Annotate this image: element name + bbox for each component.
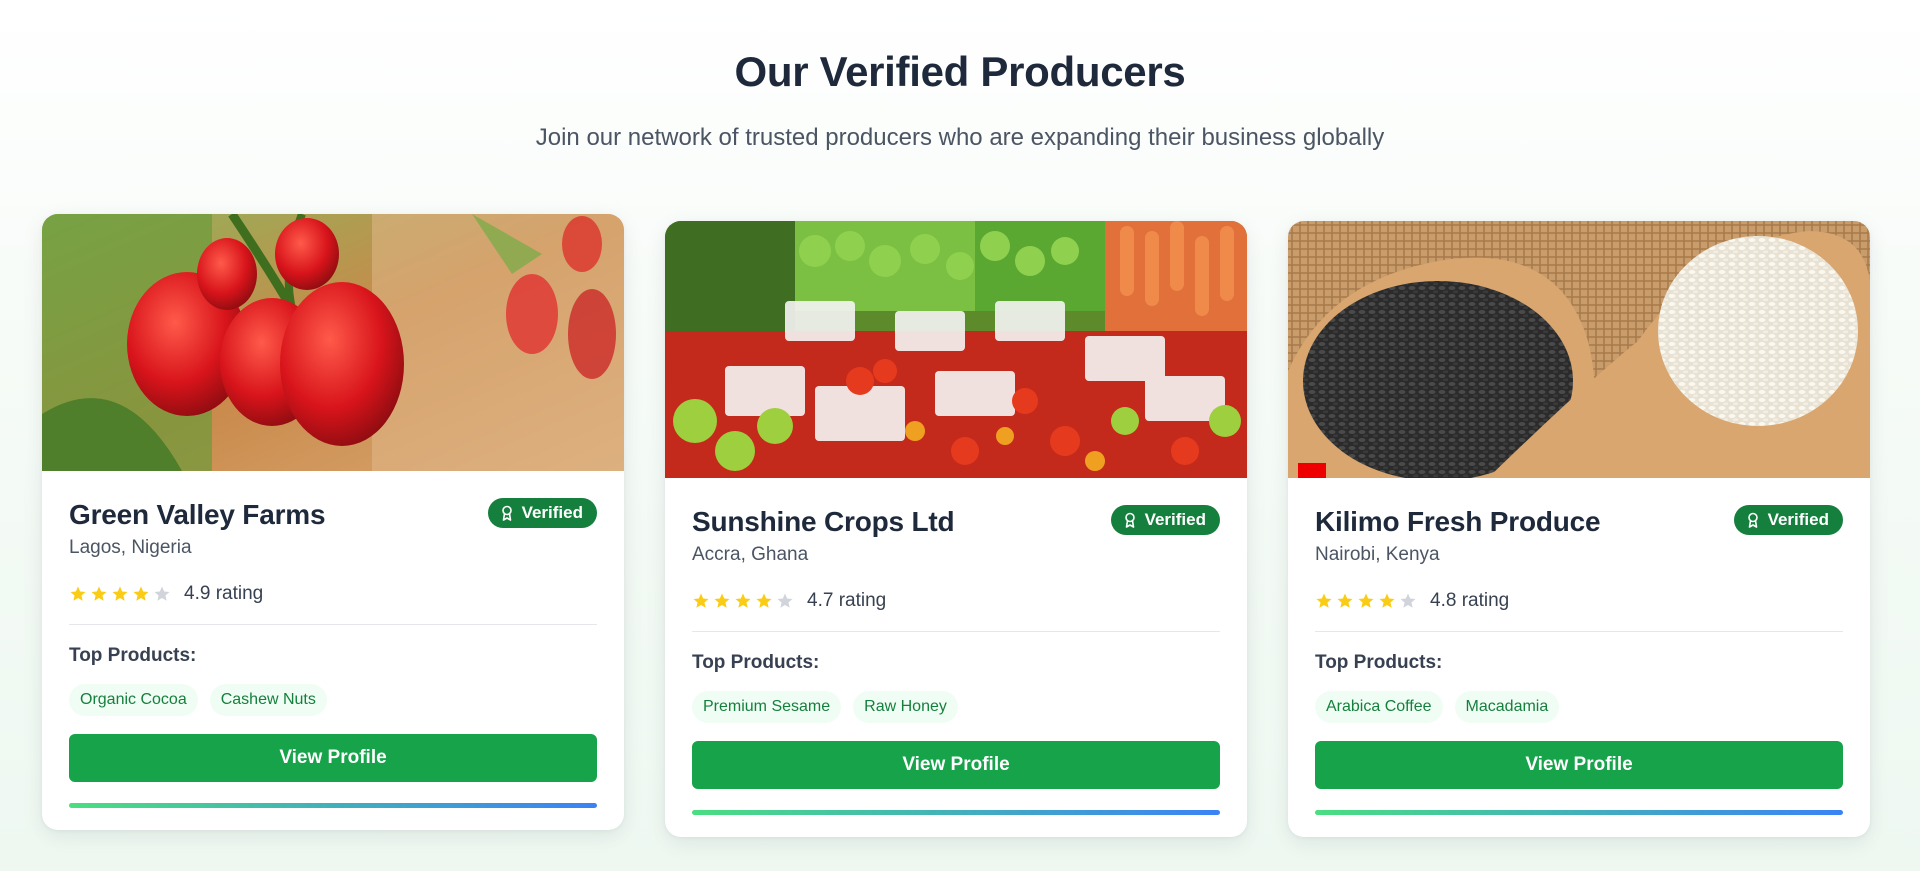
star-filled-icon: [133, 586, 149, 601]
star-filled-icon: [91, 586, 107, 601]
star-filled-icon: [112, 586, 128, 601]
star-empty-icon: [1400, 593, 1416, 608]
product-tags: Arabica Coffee Macadamia: [1315, 691, 1843, 723]
badge-label: Verified: [521, 503, 583, 522]
verified-badge: Verified: [487, 498, 597, 528]
star-filled-icon: [693, 593, 709, 608]
star-rating: [692, 592, 794, 610]
star-rating: [69, 585, 171, 603]
badge-label: Verified: [1767, 510, 1829, 529]
product-tag: Cashew Nuts: [209, 684, 327, 716]
award-icon: [501, 505, 512, 521]
rating-text: 4.9 rating: [184, 583, 264, 604]
star-filled-icon: [756, 593, 772, 608]
top-products-label: Top Products:: [692, 652, 820, 673]
product-tag: Raw Honey: [853, 691, 958, 723]
divider: [1315, 631, 1843, 632]
product-tag: Macadamia: [1454, 691, 1560, 723]
top-products-label: Top Products:: [1315, 652, 1443, 673]
producer-location: Lagos, Nigeria: [69, 537, 192, 558]
producer-photo: [665, 221, 1247, 478]
producer-photo: [1288, 221, 1870, 478]
top-products-label: Top Products:: [69, 645, 197, 666]
accent-bar: [69, 803, 597, 808]
award-icon: [1747, 512, 1758, 528]
accent-bar: [692, 810, 1220, 815]
star-filled-icon: [1337, 593, 1353, 608]
view-profile-button[interactable]: View Profile: [69, 734, 597, 782]
rating-row: 4.8 rating: [1315, 589, 1843, 613]
page-subtitle: Join our network of trusted producers wh…: [535, 124, 1385, 151]
star-filled-icon: [735, 593, 751, 608]
rating-text: 4.8 rating: [1430, 590, 1510, 611]
producer-location: Accra, Ghana: [692, 544, 809, 565]
product-tags: Organic Cocoa Cashew Nuts: [69, 684, 597, 716]
star-filled-icon: [1358, 593, 1374, 608]
producer-card: Green Valley Farms Lagos, Nigeria Verifi…: [42, 214, 624, 830]
star-filled-icon: [70, 586, 86, 601]
star-filled-icon: [714, 593, 730, 608]
product-tag: Arabica Coffee: [1315, 691, 1443, 723]
rating-row: 4.9 rating: [69, 582, 597, 606]
star-empty-icon: [777, 593, 793, 608]
star-rating: [1315, 592, 1417, 610]
product-tag: Organic Cocoa: [69, 684, 198, 716]
accent-bar: [1315, 810, 1843, 815]
star-filled-icon: [1379, 593, 1395, 608]
view-profile-button[interactable]: View Profile: [1315, 741, 1843, 789]
verified-badge: Verified: [1110, 505, 1220, 535]
page-title: Our Verified Producers: [734, 48, 1186, 95]
star-empty-icon: [154, 586, 170, 601]
producer-card: Kilimo Fresh Produce Nairobi, Kenya Veri…: [1288, 221, 1870, 837]
producer-location: Nairobi, Kenya: [1315, 544, 1440, 565]
divider: [692, 631, 1220, 632]
view-profile-button[interactable]: View Profile: [692, 741, 1220, 789]
star-filled-icon: [1316, 593, 1332, 608]
producer-card: Sunshine Crops Ltd Accra, Ghana Verified…: [665, 221, 1247, 837]
badge-label: Verified: [1144, 510, 1206, 529]
product-tags: Premium Sesame Raw Honey: [692, 691, 1220, 723]
verified-badge: Verified: [1733, 505, 1843, 535]
award-icon: [1124, 512, 1135, 528]
product-tag: Premium Sesame: [692, 691, 842, 723]
rating-row: 4.7 rating: [692, 589, 1220, 613]
rating-text: 4.7 rating: [807, 590, 887, 611]
producer-photo: [42, 214, 624, 471]
divider: [69, 624, 597, 625]
